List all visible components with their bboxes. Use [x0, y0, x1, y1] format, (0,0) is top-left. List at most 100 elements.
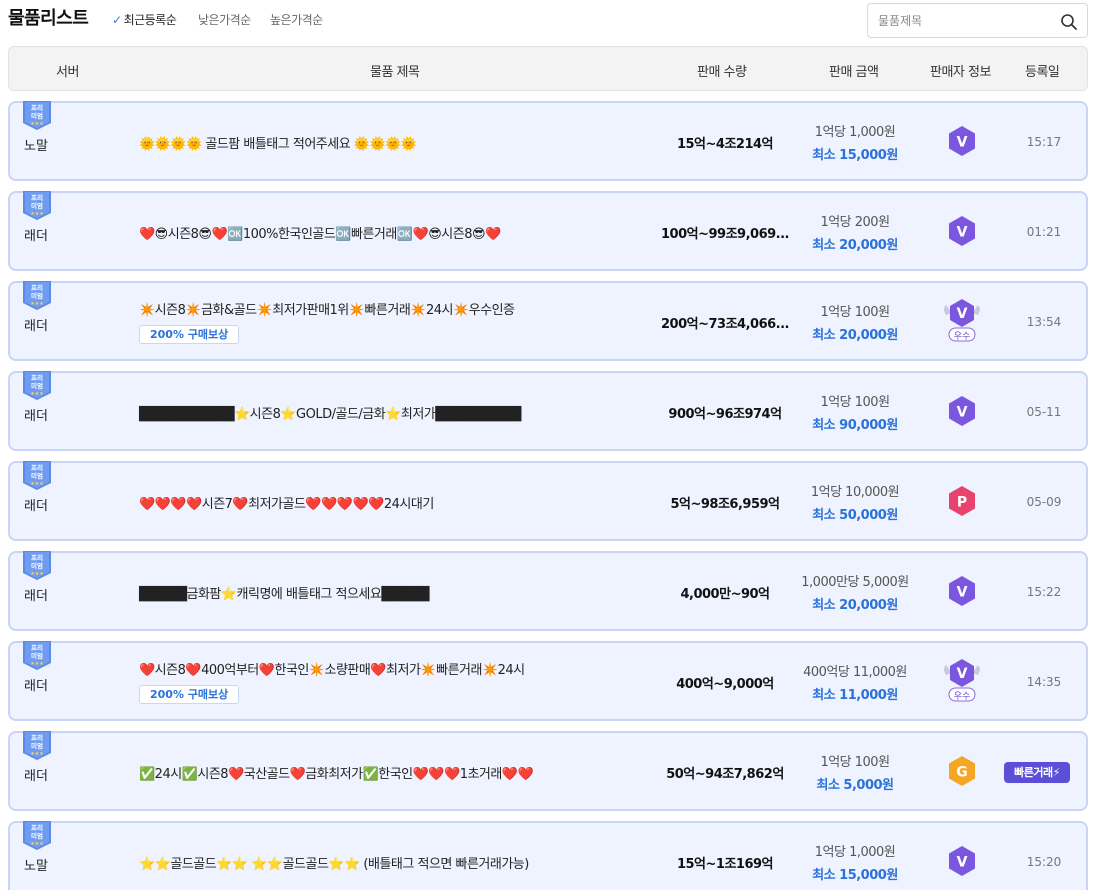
svg-text:★★★: ★★★	[30, 841, 44, 847]
svg-text:프리: 프리	[31, 283, 43, 292]
svg-text:미엄: 미엄	[31, 651, 43, 660]
server-label: 래더	[24, 409, 48, 424]
svg-text:미엄: 미엄	[31, 111, 43, 120]
unit-price: 1억당 1,000원	[814, 125, 896, 140]
sale-price: 1,000만당 5,000원 최소 20,000원	[790, 571, 920, 613]
item-title-link[interactable]: ██████████⭐시즌8⭐GOLD/골드/금화⭐최저가█████████	[139, 403, 521, 422]
svg-text:V: V	[957, 666, 968, 682]
table-row[interactable]: 프리 미엄 ★★★ 래더 ✅24시✅시즌8❤️국산골드❤️금화최저가✅한국인❤️…	[8, 731, 1088, 811]
server-label: 래더	[24, 769, 48, 784]
seller-tier-label: 우수	[953, 332, 971, 342]
seller-grade-icon[interactable]: V	[946, 845, 978, 877]
svg-text:★★★: ★★★	[30, 121, 44, 127]
svg-text:프리: 프리	[31, 733, 43, 742]
min-price: 최소 15,000원	[812, 868, 898, 883]
item-title-link[interactable]: ❤️❤️❤️❤️시즌7❤️최저가골드❤️❤️❤️❤️❤️24시대기	[139, 493, 434, 512]
col-date: 등록일	[1025, 65, 1060, 80]
server-label: 래더	[24, 229, 48, 244]
table-row[interactable]: 프리 미엄 ★★★ 래더 █████금화팜⭐캐릭명에 배틀태그 적으세요████…	[8, 551, 1088, 631]
sale-quantity: 400억~9,000억	[676, 677, 774, 692]
unit-price: 1억당 100원	[820, 395, 890, 410]
reward-tag: 200% 구매보상	[139, 685, 240, 704]
seller-grade-icon[interactable]: V	[946, 125, 978, 157]
premium-badge-icon: 프리 미엄 ★★★	[23, 821, 51, 850]
server-label: 노말	[24, 139, 48, 154]
svg-text:미엄: 미엄	[31, 201, 43, 210]
table-row[interactable]: 프리 미엄 ★★★ 래더 ❤️시즌8❤️400억부터❤️한국인✴️소량판매❤️최…	[8, 641, 1088, 721]
sale-price: 1억당 1,000원 최소 15,000원	[790, 121, 920, 163]
search-input[interactable]	[878, 12, 1048, 30]
min-price: 최소 11,000원	[812, 688, 898, 703]
svg-text:★★★: ★★★	[30, 211, 44, 217]
sale-quantity: 15억~1조169억	[676, 857, 774, 872]
server-label: 래더	[24, 319, 48, 334]
register-date: 01:21	[1026, 225, 1062, 239]
premium-badge-icon: 프리 미엄 ★★★	[23, 281, 51, 310]
table-row[interactable]: 프리 미엄 ★★★ 래더 ✴️시즌8✴️금화&골드✴️최저가판매1위✴️빠른거래…	[8, 281, 1088, 361]
server-label: 래더	[24, 499, 48, 514]
unit-price: 1억당 1,000원	[814, 845, 896, 860]
svg-text:★★★: ★★★	[30, 571, 44, 577]
sale-price: 1억당 100원 최소 5,000원	[790, 751, 920, 793]
search-box	[867, 3, 1088, 38]
col-seller: 판매자 정보	[930, 65, 991, 80]
item-title-link[interactable]: ✴️시즌8✴️금화&골드✴️최저가판매1위✴️빠른거래✴️24시✴️우수인증	[139, 299, 515, 318]
col-price[interactable]: 판매 금액	[829, 61, 879, 80]
table-row[interactable]: 프리 미엄 ★★★ 노말 🌞🌞🌞🌞 골드팜 배틀태그 적어주세요 🌞🌞🌞🌞 15…	[8, 101, 1088, 181]
seller-grade-icon[interactable]: G	[946, 755, 978, 787]
table-row[interactable]: 프리 미엄 ★★★ 노말 ⭐⭐골드골드⭐⭐ ⭐⭐골드골드⭐⭐ (배틀태그 적으면…	[8, 821, 1088, 890]
col-qty[interactable]: 판매 수량	[697, 61, 747, 80]
min-price: 최소 5,000원	[816, 778, 894, 793]
sort-high-price[interactable]: 높은가격순	[270, 11, 323, 28]
col-title: 물품 제목	[370, 65, 420, 80]
register-date: 14:35	[1026, 675, 1062, 689]
register-date: 05-11	[1026, 405, 1062, 419]
item-title-link[interactable]: ✅24시✅시즌8❤️국산골드❤️금화최저가✅한국인❤️❤️❤️1초거래❤️❤️	[139, 763, 534, 782]
item-title-link[interactable]: ⭐⭐골드골드⭐⭐ ⭐⭐골드골드⭐⭐ (배틀태그 적으면 빠른거래가능)	[139, 853, 529, 872]
table-row[interactable]: 프리 미엄 ★★★ 래더 ❤️😎시즌8😎❤️🆗100%한국인골드🆗빠른거래🆗❤️…	[8, 191, 1088, 271]
svg-text:V: V	[957, 225, 968, 241]
server-label: 노말	[24, 859, 48, 874]
premium-badge-icon: 프리 미엄 ★★★	[23, 461, 51, 490]
item-title-link[interactable]: ❤️시즌8❤️400억부터❤️한국인✴️소량판매❤️최저가✴️빠른거래✴️24시	[139, 659, 525, 678]
sort-recent[interactable]: ✓ 최근등록순	[112, 11, 177, 28]
sale-price: 400억당 11,000원 최소 11,000원	[790, 661, 920, 703]
svg-text:미엄: 미엄	[31, 291, 43, 300]
svg-text:★★★: ★★★	[30, 391, 44, 397]
table-row[interactable]: 프리 미엄 ★★★ 래더 ██████████⭐시즌8⭐GOLD/골드/금화⭐최…	[8, 371, 1088, 451]
sale-price: 1억당 200원 최소 20,000원	[790, 211, 920, 253]
seller-tier-label: 우수	[953, 692, 971, 702]
item-title-link[interactable]: ❤️😎시즌8😎❤️🆗100%한국인골드🆗빠른거래🆗❤️😎시즌8😎❤️	[139, 223, 501, 242]
fast-trade-badge: 빠른거래⚡	[1004, 762, 1070, 783]
seller-grade-icon[interactable]: V	[946, 395, 978, 427]
register-date: 15:20	[1026, 855, 1062, 869]
server-label: 래더	[24, 679, 48, 694]
svg-text:★★★: ★★★	[30, 481, 44, 487]
svg-text:미엄: 미엄	[31, 471, 43, 480]
min-price: 최소 15,000원	[812, 148, 898, 163]
sale-price: 1억당 1,000원 최소 15,000원	[790, 841, 920, 883]
unit-price: 1억당 100원	[820, 755, 890, 770]
svg-text:프리: 프리	[31, 823, 43, 832]
register-date: 15:22	[1026, 585, 1062, 599]
item-title-link[interactable]: █████금화팜⭐캐릭명에 배틀태그 적으세요█████	[139, 583, 429, 602]
item-title-link[interactable]: 🌞🌞🌞🌞 골드팜 배틀태그 적어주세요 🌞🌞🌞🌞	[139, 133, 417, 152]
sale-price: 1억당 100원 최소 20,000원	[790, 301, 920, 343]
seller-grade-icon[interactable]: V	[946, 575, 978, 607]
premium-badge-icon: 프리 미엄 ★★★	[23, 641, 51, 670]
sort-low-price[interactable]: 낮은가격순	[198, 11, 251, 28]
table-row[interactable]: 프리 미엄 ★★★ 래더 ❤️❤️❤️❤️시즌7❤️최저가골드❤️❤️❤️❤️❤…	[8, 461, 1088, 541]
svg-text:프리: 프리	[31, 553, 43, 562]
reward-tag: 200% 구매보상	[139, 325, 240, 344]
min-price: 최소 20,000원	[812, 598, 898, 613]
svg-text:V: V	[957, 855, 968, 871]
premium-badge-icon: 프리 미엄 ★★★	[23, 551, 51, 580]
min-price: 최소 90,000원	[812, 418, 898, 433]
register-date: 13:54	[1026, 315, 1062, 329]
sort-recent-label: 최근등록순	[123, 13, 177, 27]
sale-quantity: 4,000만~90억	[680, 587, 770, 602]
sale-quantity: 200억~73조4,066...	[661, 317, 789, 332]
search-icon[interactable]	[1060, 13, 1078, 31]
seller-grade-icon[interactable]: P	[946, 485, 978, 517]
seller-grade-icon[interactable]: V	[946, 215, 978, 247]
